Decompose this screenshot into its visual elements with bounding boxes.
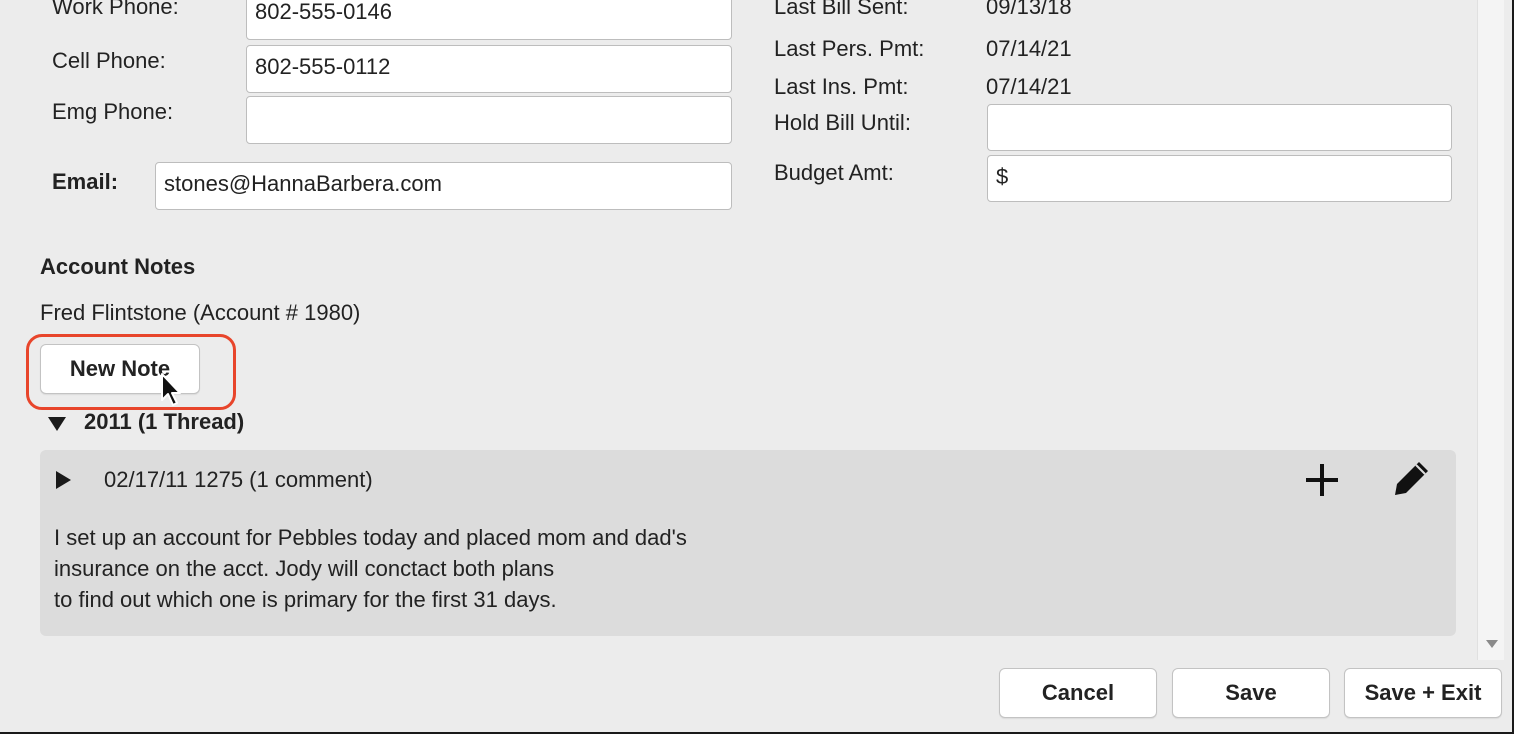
work-phone-field[interactable]: 802-555-0146 <box>246 0 732 40</box>
note-body-line: insurance on the acct. Jody will conctac… <box>54 556 555 581</box>
emg-phone-label: Emg Phone: <box>52 99 174 124</box>
last-bill-sent-value: 09/13/18 <box>986 0 1072 19</box>
hold-bill-until-label: Hold Bill Until: <box>774 110 911 135</box>
collapse-triangle-icon[interactable] <box>48 417 66 431</box>
budget-amt-label: Budget Amt: <box>774 160 894 185</box>
scroll-down-arrow-icon[interactable] <box>1486 640 1498 648</box>
note-body-line: I set up an account for Pebbles today an… <box>54 525 687 550</box>
cell-phone-label: Cell Phone: <box>52 48 166 73</box>
last-pers-pmt-label: Last Pers. Pmt: <box>774 36 925 61</box>
emg-phone-field[interactable] <box>246 96 732 144</box>
hold-bill-until-field[interactable] <box>987 104 1452 151</box>
email-field[interactable]: stones@HannaBarbera.com <box>155 162 732 210</box>
note-body-line: to find out which one is primary for the… <box>54 587 557 612</box>
edit-note-icon[interactable] <box>1392 458 1432 498</box>
expand-triangle-icon[interactable] <box>56 471 71 489</box>
mouse-cursor-icon <box>161 373 181 406</box>
last-bill-sent-label: Last Bill Sent: <box>774 0 909 19</box>
vertical-scrollbar[interactable] <box>1477 0 1504 660</box>
cell-phone-field[interactable]: 802-555-0112 <box>246 45 732 93</box>
note-thread-card: 02/17/11 1275 (1 comment) I set up an ac… <box>40 450 1456 636</box>
work-phone-label: Work Phone: <box>52 0 179 19</box>
save-exit-button[interactable]: Save + Exit <box>1344 668 1502 718</box>
last-ins-pmt-label: Last Ins. Pmt: <box>774 74 909 99</box>
new-note-highlight <box>26 334 236 410</box>
last-ins-pmt-value: 07/14/21 <box>986 74 1072 99</box>
cancel-button[interactable]: Cancel <box>999 668 1157 718</box>
budget-amt-field[interactable]: $ <box>987 155 1452 202</box>
thread-header[interactable]: 02/17/11 1275 (1 comment) <box>104 467 373 493</box>
account-window: Work Phone: 802-555-0146 Cell Phone: 802… <box>0 0 1514 734</box>
account-notes-heading: Account Notes <box>40 254 196 279</box>
email-label: Email: <box>52 169 119 194</box>
add-comment-icon[interactable] <box>1304 462 1340 498</box>
account-owner-line: Fred Flintstone (Account # 1980) <box>40 300 361 325</box>
thread-group-label[interactable]: 2011 (1 Thread) <box>84 409 244 435</box>
last-pers-pmt-value: 07/14/21 <box>986 36 1072 61</box>
save-button[interactable]: Save <box>1172 668 1330 718</box>
